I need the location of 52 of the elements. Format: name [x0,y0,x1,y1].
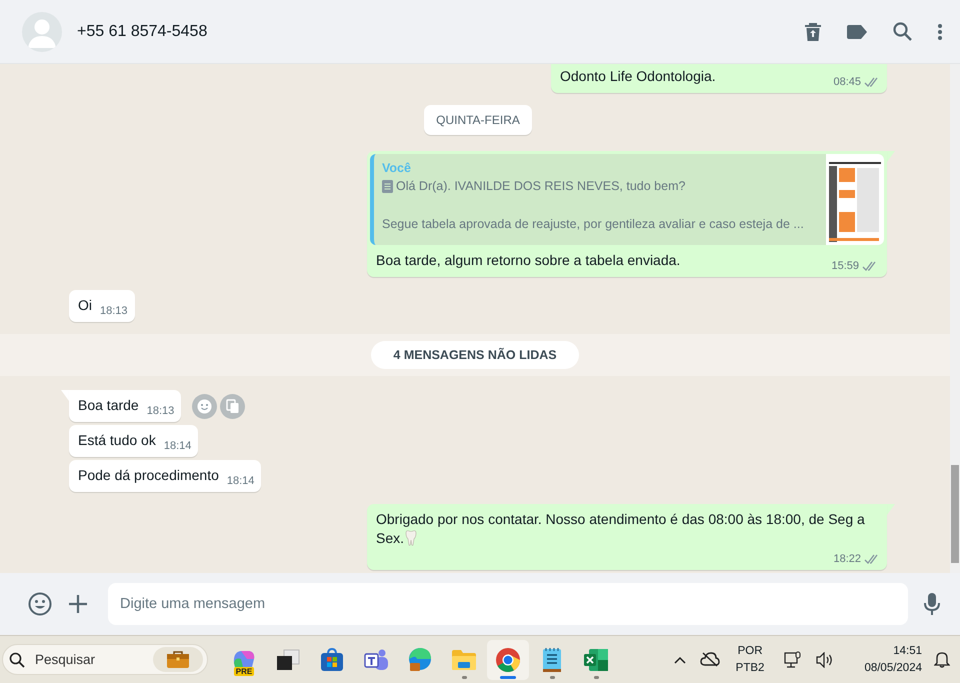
message-text: Boa tarde [78,396,139,415]
input-language[interactable]: POR PTB2 [736,642,764,676]
folder-icon [451,648,477,670]
taskbar-app[interactable]: PRE [223,640,265,680]
excel-icon [583,648,609,672]
message-time: 18:13 [146,404,174,419]
message-input[interactable]: Digite uma mensagem [108,583,908,625]
briefcase-icon [167,651,189,668]
message-text: Boa tarde, algum retorno sobre a tabela enviada. [376,251,680,270]
message-text: Pode dá procedimento [78,466,219,485]
message-time: 18:13 [100,304,128,319]
date-chip: QUINTA-FEIRA [424,105,532,135]
double-check-icon [862,261,878,272]
document-icon [382,180,393,192]
double-check-icon [864,554,880,565]
menu-icon[interactable] [938,24,942,40]
message-time: 15:59 [831,259,859,274]
edge-icon [407,646,433,672]
unread-count-label: 4 MENSAGENS NÃO LIDAS [371,341,579,369]
copy-icon [226,398,240,414]
cloud-off-icon[interactable] [698,650,722,669]
store-icon [320,648,344,672]
search-input[interactable]: Pesquisar [33,651,145,668]
message-time: 08:45 [833,75,861,90]
preview-badge: PRE [234,666,254,676]
quote-text: Segue tabela aprovada de reajuste, por gentileza avaliar e caso esteja de ... [382,216,804,233]
label-icon[interactable] [847,24,867,38]
quote-text: Olá Dr(a). IVANILDE DOS REIS NEVES, tudo bem? [396,178,686,195]
message-text: Obrigado por nos contatar. Nosso atendimento é das 08:00 às 18:00, de Seg a Sex. [376,510,866,548]
teams-icon [363,648,389,672]
clock[interactable]: 14:51 08/05/2024 [864,642,922,676]
plus-icon[interactable] [68,594,88,614]
archive-icon[interactable] [805,22,821,40]
microphone-icon[interactable] [924,593,940,615]
message-text: Odonto Life Odontologia. [560,67,716,86]
smiley-icon [197,398,212,414]
chrome-icon [495,646,521,672]
message-time: 18:14 [226,474,254,489]
double-check-icon [864,77,880,88]
message-text: Oi [78,296,92,315]
scrollbar[interactable] [950,64,960,573]
search-icon [9,652,25,668]
quoted-message[interactable]: Você Olá Dr(a). IVANILDE DOS REIS NEVES, tudo bem? Segue tabela aprovada de reajuste, por gentileza avaliar e caso esteja de ... [370,154,884,245]
message-time: 18:22 [833,552,861,567]
emoji-icon[interactable] [28,592,52,616]
quote-author: Você [382,160,412,177]
message-text: Está tudo ok [78,431,156,450]
task-view-icon [276,648,300,670]
notepad-icon [542,646,562,672]
search-icon[interactable] [893,22,912,41]
taskbar-search-bar[interactable]: Pesquisar [2,644,208,675]
message-time: 18:14 [164,439,192,454]
